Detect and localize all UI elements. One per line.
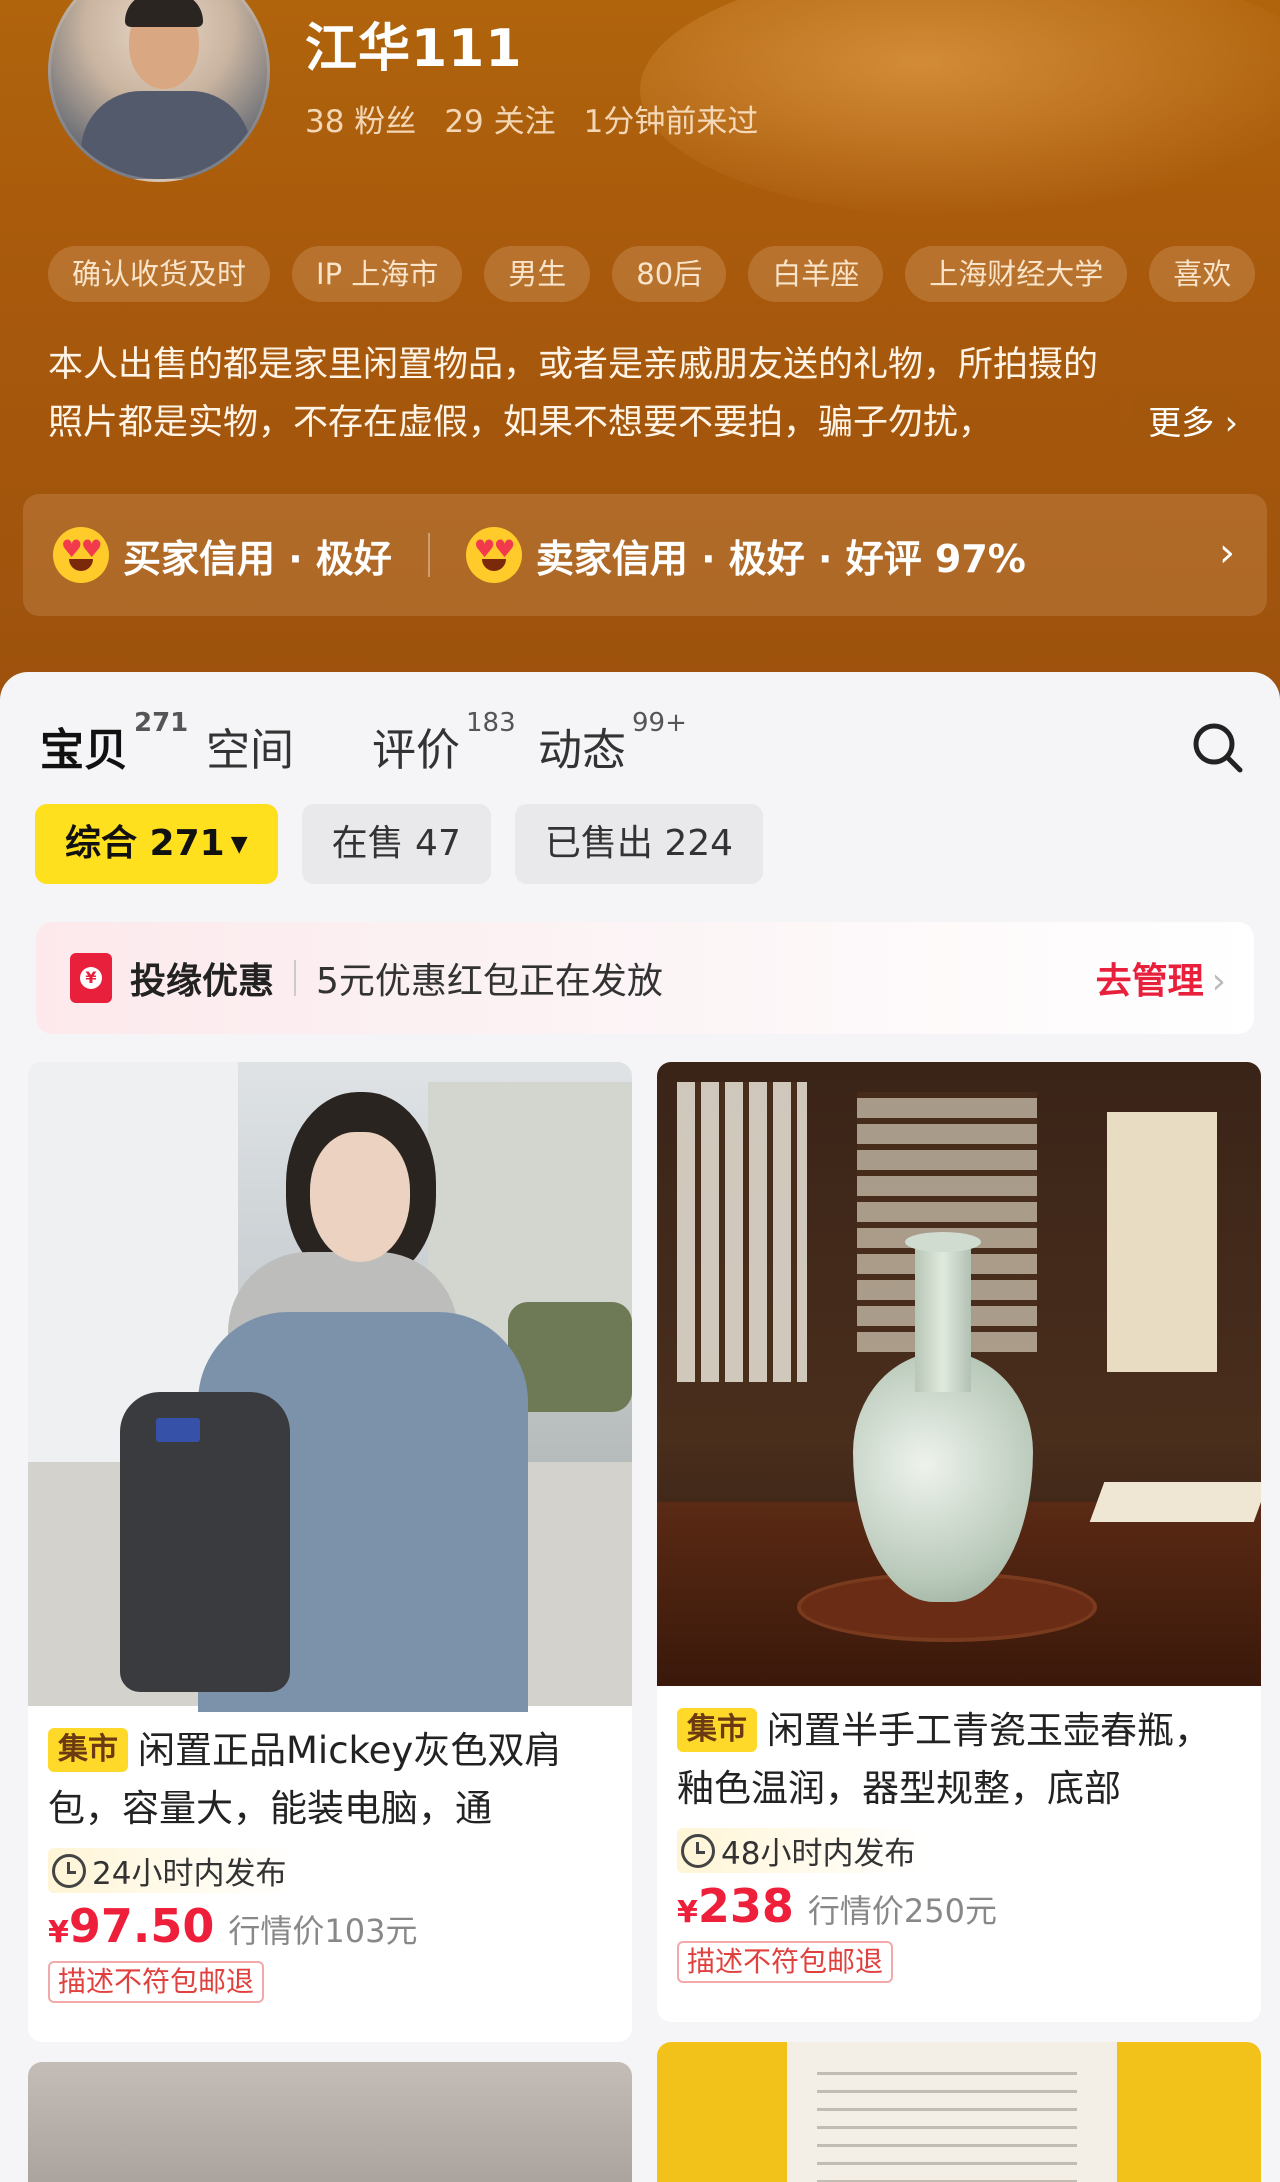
tab-space[interactable]: 空间 [206,714,294,778]
price: ¥238 [677,1879,794,1933]
product-image[interactable] [28,1062,632,1712]
tab-bar: 宝贝 271 空间 评价 183 动态 99+ [40,708,704,778]
bio-line: 本人出售的都是家里闲置物品，或者是亲戚朋友送的礼物，所拍摄的 [48,345,1099,385]
filter-sold[interactable]: 已售出 224 [514,804,764,884]
market-badge: 集市 [677,1708,757,1752]
tab-count: 271 [134,708,189,738]
tag-item: 喜欢 [1149,246,1256,302]
chevron-right-icon: › [1211,961,1226,1002]
credit-bar[interactable]: 买家信用 · 极好 卖家信用 · 极好 · 好评 97% › [23,494,1267,616]
publish-time: 48小时内发布 [677,1828,926,1873]
search-icon[interactable] [1190,720,1244,774]
chevron-right-icon: › [1219,530,1235,576]
heart-eyes-emoji-icon [53,527,109,583]
product-image[interactable] [657,1062,1261,1686]
tag-item: 80后 [612,246,727,302]
clock-icon [52,1853,86,1888]
chevron-right-icon: › [1224,403,1238,442]
product-card[interactable] [657,2042,1261,2182]
bio-more-link[interactable]: 更多 › [1098,394,1238,452]
heart-eyes-emoji-icon [465,527,522,583]
profile-bio[interactable]: 本人出售的都是家里闲置物品，或者是亲戚朋友送的礼物，所拍摄的 照片都是实物，不存… [48,336,1238,452]
product-title: 集市 闲置半手工青瓷玉壶春瓶，釉色温润，器型规整，底部 [677,1708,1211,1810]
market-badge: 集市 [48,1728,128,1772]
profile-stats: 38 粉丝 29 关注 1分钟前来过 [305,96,758,141]
product-title: 集市 闲置正品Mickey灰色双肩包，容量大，能装电脑，通 [48,1728,562,1830]
tab-count: 99+ [632,708,687,738]
following-count[interactable]: 29 关注 [444,96,555,141]
tab-reviews[interactable]: 评价 183 [372,708,516,778]
filter-bar: 综合 271 ▼ 在售 47 已售出 224 [35,804,764,884]
promo-banner[interactable]: 投缘优惠 5元优惠红包正在发放 去管理› [36,922,1254,1034]
username: 江华111 [305,19,523,79]
tag-item: 确认收货及时 [48,246,271,302]
buyer-credit: 买家信用 · 极好 [53,527,392,583]
content-panel: 宝贝 271 空间 评价 183 动态 99+ 综合 271 ▼ 在售 47 已售出 2… [0,672,1280,2182]
last-seen: 1分钟前来过 [583,104,759,140]
tag-item: 白羊座 [748,246,884,302]
tag-item: IP 上海市 [292,246,463,302]
market-price: 行情价103元 [228,1912,418,1950]
avatar[interactable] [48,0,270,182]
publish-time: 24小时内发布 [48,1848,297,1893]
divider [294,960,297,996]
red-packet-icon [70,953,112,1003]
clock-icon [681,1833,715,1868]
profile-header: 江华111 38 粉丝 29 关注 1分钟前来过 确认收货及时 IP 上海市 男… [0,0,1280,700]
product-card[interactable] [28,2062,632,2182]
product-card[interactable]: 集市 闲置半手工青瓷玉壶春瓶，釉色温润，器型规整，底部 48小时内发布 ¥238 … [657,1062,1261,2022]
promo-title: 投缘优惠 [130,961,275,1002]
caret-down-icon: ▼ [230,832,248,857]
promo-text: 5元优惠红包正在发放 [316,961,663,1002]
product-card[interactable]: 集市 闲置正品Mickey灰色双肩包，容量大，能装电脑，通 24小时内发布 ¥97… [28,1062,632,2042]
tab-count: 183 [466,708,516,738]
product-info: 集市 闲置正品Mickey灰色双肩包，容量大，能装电脑，通 24小时内发布 ¥97… [48,1722,618,2003]
tab-activity[interactable]: 动态 99+ [538,708,687,778]
tag-item: 男生 [484,246,591,302]
price: ¥97.50 [48,1899,215,1953]
product-image[interactable] [657,2042,1261,2182]
manage-link[interactable]: 去管理 › [1096,952,1226,1004]
filter-on-sale[interactable]: 在售 47 [301,804,491,884]
refund-badge: 描述不符包邮退 [48,1961,265,2003]
divider [427,533,430,577]
tag-item: 上海财经大学 [905,246,1128,302]
bio-line: 照片都是实物，不存在虚假，如果不想要不要拍，骗子勿扰， [48,403,994,443]
fans-count[interactable]: 38 粉丝 [305,96,416,141]
product-image[interactable] [28,2062,632,2182]
product-info: 集市 闲置半手工青瓷玉壶春瓶，釉色温润，器型规整，底部 48小时内发布 ¥238 … [677,1702,1247,1983]
seller-credit: 卖家信用 · 极好 · 好评 97% [465,527,1026,583]
refund-badge: 描述不符包邮退 [677,1941,894,1983]
tab-items[interactable]: 宝贝 271 [40,708,188,778]
profile-tags: 确认收货及时 IP 上海市 男生 80后 白羊座 上海财经大学 喜欢 [48,246,1256,302]
market-price: 行情价250元 [807,1892,997,1930]
filter-all[interactable]: 综合 271 ▼ [35,804,278,884]
